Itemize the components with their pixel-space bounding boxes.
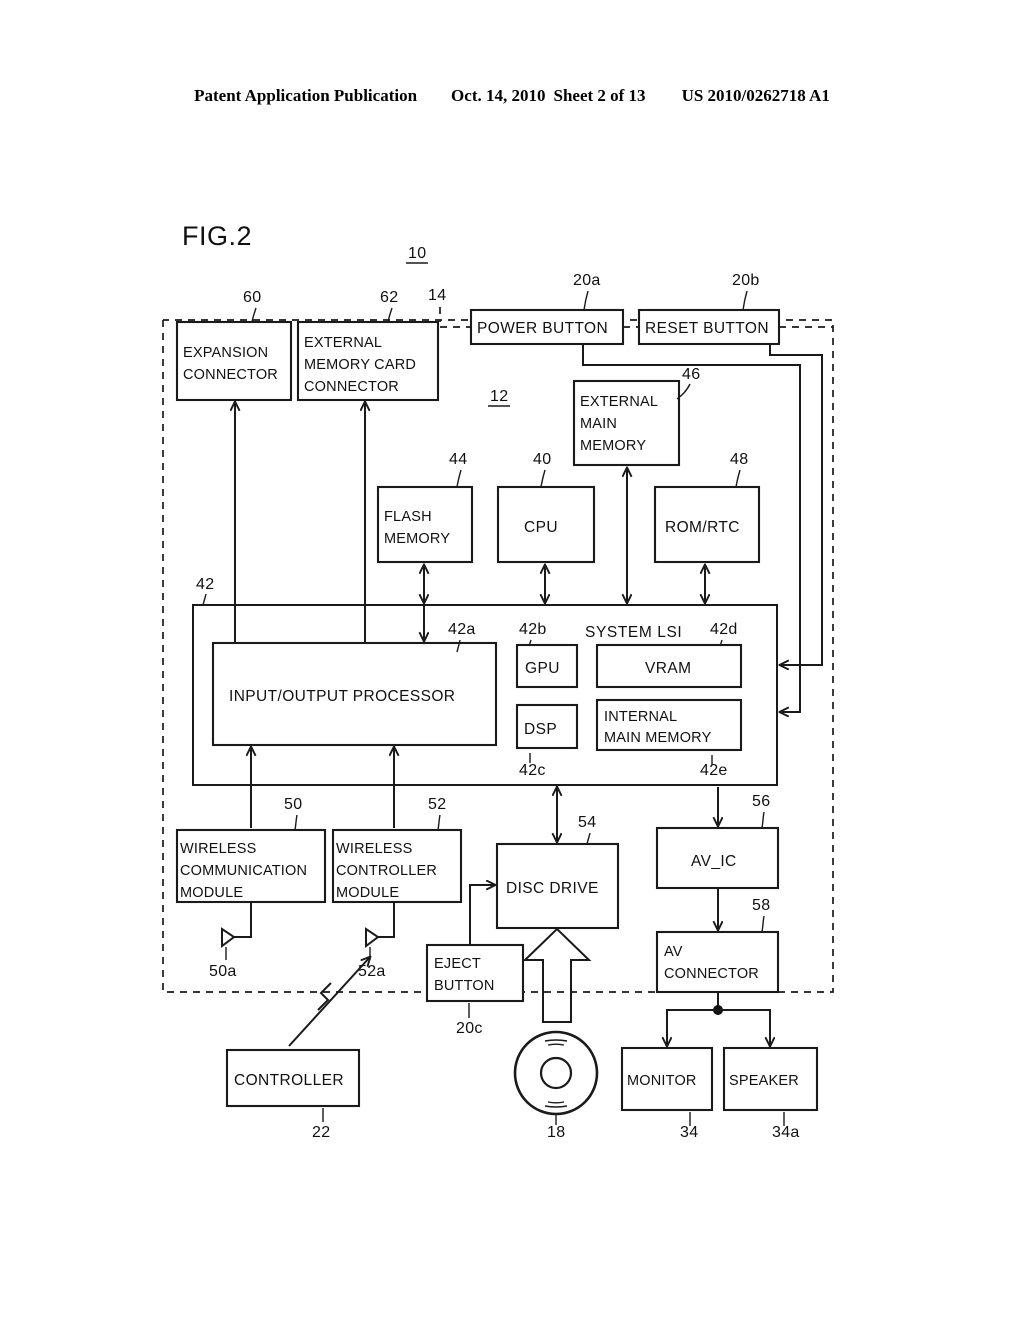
internal-main-memory-label-1: INTERNAL xyxy=(604,709,677,725)
flash-memory-label-1: FLASH xyxy=(384,509,432,525)
disc-drive-label: DISC DRIVE xyxy=(506,880,599,897)
internal-main-memory-label-2: MAIN MEMORY xyxy=(604,730,712,746)
expansion-connector-label-2: CONNECTOR xyxy=(183,367,278,383)
ext-mem-card-label-1: EXTERNAL xyxy=(304,335,382,351)
ext-main-mem-label-3: MEMORY xyxy=(580,438,646,454)
av-connector-label-1: AV xyxy=(664,944,683,960)
ref-controller-22: 22 xyxy=(312,1124,330,1141)
ref-expansion-60: 60 xyxy=(243,289,261,306)
power-button-label: POWER BUTTON xyxy=(477,320,608,337)
ref-housing-14: 14 xyxy=(428,287,446,304)
wconm-label-2: CONTROLLER xyxy=(336,863,437,879)
link-junction-monitor xyxy=(667,1009,718,1046)
wconm-label-3: MODULE xyxy=(336,885,399,901)
monitor-label: MONITOR xyxy=(627,1073,697,1089)
box-expansion-connector xyxy=(175,320,293,402)
ref-wconm-52: 52 xyxy=(428,796,446,813)
ref-speaker-34a: 34a xyxy=(772,1124,800,1141)
link-eject-to-disc-drive xyxy=(469,885,495,945)
speaker-label: SPEAKER xyxy=(729,1073,799,1089)
ext-main-mem-label-1: EXTERNAL xyxy=(580,394,658,410)
ref-ext-main-mem-46: 46 xyxy=(682,366,700,383)
ref-reset-button-20b: 20b xyxy=(732,272,760,289)
rom-rtc-label: ROM/RTC xyxy=(665,519,740,536)
dsp-label: DSP xyxy=(524,721,557,738)
ref-dsp-42c: 42c xyxy=(519,762,546,779)
ref-optical-disc-18: 18 xyxy=(547,1124,565,1141)
ref-cpu-40: 40 xyxy=(533,451,551,468)
vram-label: VRAM xyxy=(645,660,691,677)
ref-flash-memory-44: 44 xyxy=(449,451,467,468)
ext-main-mem-label-2: MAIN xyxy=(580,416,617,432)
ref-inner-12: 12 xyxy=(490,388,508,405)
disc-insert-arrow xyxy=(522,927,592,1023)
ref-av-connector-58: 58 xyxy=(752,897,770,914)
ref-antenna-50a: 50a xyxy=(209,963,237,980)
system-lsi-title: SYSTEM LSI xyxy=(585,624,682,641)
ref-monitor-34: 34 xyxy=(680,1124,698,1141)
wconm-label-1: WIRELESS xyxy=(336,841,413,857)
cpu-label: CPU xyxy=(524,519,558,536)
ref-gpu-42b: 42b xyxy=(519,621,547,638)
gpu-label: GPU xyxy=(525,660,560,677)
ref-power-button-20a: 20a xyxy=(573,272,601,289)
ref-system-lsi-42: 42 xyxy=(196,576,214,593)
io-processor-label: INPUT/OUTPUT PROCESSOR xyxy=(229,688,455,705)
av-connector-label-2: CONNECTOR xyxy=(664,966,759,982)
ref-ext-mem-card-62: 62 xyxy=(380,289,398,306)
wcm-label-1: WIRELESS xyxy=(180,841,257,857)
link-junction-speaker xyxy=(718,1009,770,1046)
expansion-connector-label-1: EXPANSION xyxy=(183,345,268,361)
ref-internal-main-memory-42e: 42e xyxy=(700,762,728,779)
ext-mem-card-label-3: CONNECTOR xyxy=(304,379,399,395)
ref-io-processor-42a: 42a xyxy=(448,621,476,638)
ext-mem-card-label-2: MEMORY CARD xyxy=(304,357,416,373)
ref-eject-button-20c: 20c xyxy=(456,1020,483,1037)
ref-vram-42d: 42d xyxy=(710,621,738,638)
link-controller-wireless xyxy=(288,957,370,1047)
figure-label: FIG.2 xyxy=(182,221,252,251)
flash-memory-label-2: MEMORY xyxy=(384,531,450,547)
patent-figure-page: Patent Application Publication Oct. 14, 2… xyxy=(0,0,1024,1320)
box-av-connector xyxy=(655,930,780,994)
controller-label: CONTROLLER xyxy=(234,1072,344,1089)
wcm-label-3: MODULE xyxy=(180,885,243,901)
reset-button-label: RESET BUTTON xyxy=(645,320,769,337)
figure-svg: FIG.2 10 12 14 EXPANSION CONNECTOR 60 EX… xyxy=(162,221,834,1141)
ref-system-10: 10 xyxy=(408,245,426,262)
ref-disc-drive-54: 54 xyxy=(578,814,596,831)
ref-wcm-50: 50 xyxy=(284,796,302,813)
ref-av-ic-56: 56 xyxy=(752,793,770,810)
ref-rom-rtc-48: 48 xyxy=(730,451,748,468)
wcm-label-2: COMMUNICATION xyxy=(180,863,307,879)
av-ic-label: AV_IC xyxy=(691,853,737,870)
optical-disc-hole xyxy=(539,1056,573,1090)
eject-button-label-2: BUTTON xyxy=(434,978,495,994)
eject-button-label-1: EJECT xyxy=(434,956,481,972)
